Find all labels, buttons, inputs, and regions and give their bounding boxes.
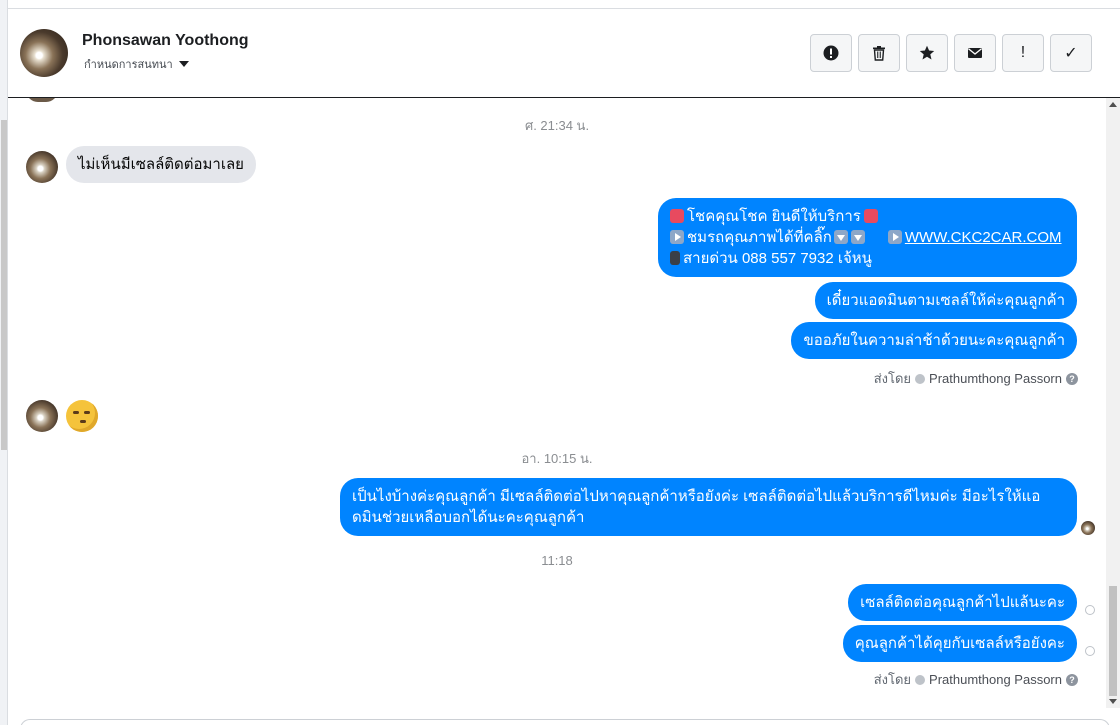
header-toolbar: ! ✓ — [810, 34, 1092, 72]
mark-unread-button[interactable] — [954, 34, 996, 72]
outgoing-message[interactable]: คุณลูกค้าได้คุยกับเซลล์หรือยังคะ — [842, 625, 1077, 662]
follow-up-button[interactable]: ! — [1002, 34, 1044, 72]
outgoing-message[interactable]: ขออภัยในความล่าช้าด้วยนะคะคุณลูกค้า — [791, 322, 1077, 359]
message-line: สายด่วน 088 557 7932 เจ้หนู — [670, 248, 1065, 269]
delivered-status-icon — [1085, 646, 1095, 656]
check-icon: ✓ — [1064, 45, 1078, 62]
down-arrow-emoji-icon — [833, 230, 848, 244]
scrollbar-thumb[interactable] — [1109, 586, 1117, 696]
sent-by-admin-name[interactable]: Prathumthong Passorn — [929, 672, 1062, 687]
seen-avatar — [1081, 521, 1095, 535]
check-circle-icon — [915, 674, 926, 685]
website-link[interactable]: WWW.CKC2CAR.COM — [905, 229, 1062, 246]
scroll-down-arrow-icon[interactable] — [1109, 699, 1117, 704]
mobile-phone-emoji-icon — [670, 251, 680, 265]
left-panel-edge — [0, 0, 8, 725]
exclamation-circle-icon — [823, 45, 839, 61]
red-square-emoji-icon — [863, 209, 878, 223]
contact-avatar[interactable] — [20, 29, 68, 77]
play-button-emoji-icon — [670, 230, 684, 244]
scroll-up-arrow-icon[interactable] — [1109, 102, 1117, 107]
delete-button[interactable] — [858, 34, 900, 72]
contact-avatar-small — [26, 400, 58, 432]
message-line: โชคคุณโชค ยินดีให้บริการ — [670, 206, 1065, 227]
outgoing-message[interactable]: โชคคุณโชค ยินดีให้บริการ ชมรถคุณภาพได้ที… — [658, 198, 1077, 277]
mark-done-button[interactable]: ✓ — [1050, 34, 1092, 72]
smirking-face-emoji-icon[interactable] — [66, 400, 98, 432]
timestamp-divider: ศ. 21:34 น. — [524, 118, 590, 133]
report-button[interactable] — [810, 34, 852, 72]
previous-message-avatar — [26, 98, 58, 102]
message-line-text: ชมรถคุณภาพได้ที่คลิ๊ก — [687, 229, 832, 246]
check-circle-icon — [915, 373, 926, 384]
message-line-text: สายด่วน 088 557 7932 เจ้หนู — [683, 250, 872, 267]
outgoing-message[interactable]: เป็นไงบ้างค่ะคุณลูกค้า มีเซลล์ติดต่อไปหา… — [340, 478, 1077, 536]
contact-name[interactable]: Phonsawan Yoothong — [82, 32, 249, 50]
envelope-icon — [968, 48, 982, 58]
outgoing-message[interactable]: เซลล์ติดต่อคุณลูกค้าไปแล้นะคะ — [848, 584, 1077, 621]
exclamation-icon: ! — [1020, 44, 1026, 61]
sent-by-prefix: ส่งโดย — [873, 672, 912, 687]
conversation-header: Phonsawan Yoothong กำหนดการสนทนา ! ✓ — [8, 8, 1120, 98]
message-line-text: โชคคุณโชค ยินดีให้บริการ — [687, 208, 861, 225]
timestamp-divider: อา. 10:15 น. — [521, 451, 593, 466]
timestamp-divider: 11:18 — [541, 553, 573, 568]
trash-icon — [873, 46, 885, 61]
caret-down-icon — [178, 61, 189, 67]
conversation-options-dropdown[interactable]: กำหนดการสนทนา — [84, 55, 189, 73]
star-button[interactable] — [906, 34, 948, 72]
incoming-message[interactable]: ไม่เห็นมีเซลล์ติดต่อมาเลย — [66, 146, 256, 183]
message-line: ชมรถคุณภาพได้ที่คลิ๊ก WWW.CKC2CAR.COM — [670, 227, 1065, 248]
sent-by-label: ส่งโดย Prathumthong Passorn ? — [874, 368, 1078, 389]
left-scrollbar-thumb[interactable] — [1, 120, 7, 450]
help-icon[interactable]: ? — [1066, 372, 1078, 385]
sent-by-label: ส่งโดย Prathumthong Passorn ? — [874, 669, 1078, 690]
red-square-emoji-icon — [670, 209, 684, 223]
delivered-status-icon — [1085, 605, 1095, 615]
star-icon — [919, 45, 935, 60]
help-icon[interactable]: ? — [1066, 673, 1078, 686]
thread-scrollbar[interactable] — [1106, 98, 1120, 708]
message-composer[interactable] — [20, 719, 1110, 725]
down-arrow-emoji-icon — [850, 230, 865, 244]
contact-avatar-small — [26, 151, 58, 183]
sent-by-prefix: ส่งโดย — [873, 371, 912, 386]
play-button-emoji-icon — [887, 230, 902, 244]
sent-by-admin-name[interactable]: Prathumthong Passorn — [929, 371, 1062, 386]
conversation-options-label: กำหนดการสนทนา — [84, 59, 173, 71]
message-thread[interactable]: ศ. 21:34 น. ไม่เห็นมีเซลล์ติดต่อมาเลย โช… — [8, 98, 1106, 718]
outgoing-message[interactable]: เดี๋ยวแอดมินตามเซลล์ให้ค่ะคุณลูกค้า — [814, 282, 1077, 319]
